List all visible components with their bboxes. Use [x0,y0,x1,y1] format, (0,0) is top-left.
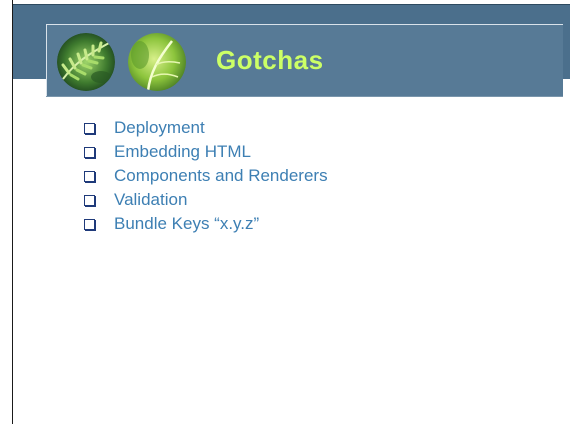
checkbox-bullet-icon [84,218,95,230]
list-item: Bundle Keys “x.y.z” [84,212,328,236]
bullet-text: Embedding HTML [114,142,252,161]
slide-title: Gotchas [216,45,324,75]
checkbox-bullet-icon [84,122,95,134]
slide: Gotchas Deployment Embedding HTML Compon… [0,0,570,424]
left-rule [12,0,13,424]
checkbox-bullet-icon [84,194,95,206]
bullet-text: Bundle Keys “x.y.z” [114,214,260,233]
list-item: Components and Renderers [84,164,328,188]
bullet-text: Deployment [114,118,205,137]
bullet-list: Deployment Embedding HTML Components and… [84,116,328,236]
green-leaf-image [128,33,186,91]
list-item: Validation [84,188,328,212]
bullet-text: Validation [114,190,188,209]
bullet-text: Components and Renderers [114,166,328,185]
list-item: Deployment [84,116,328,140]
fern-leaf-image [57,33,115,91]
list-item: Embedding HTML [84,140,328,164]
checkbox-bullet-icon [84,146,95,158]
checkbox-bullet-icon [84,170,95,182]
